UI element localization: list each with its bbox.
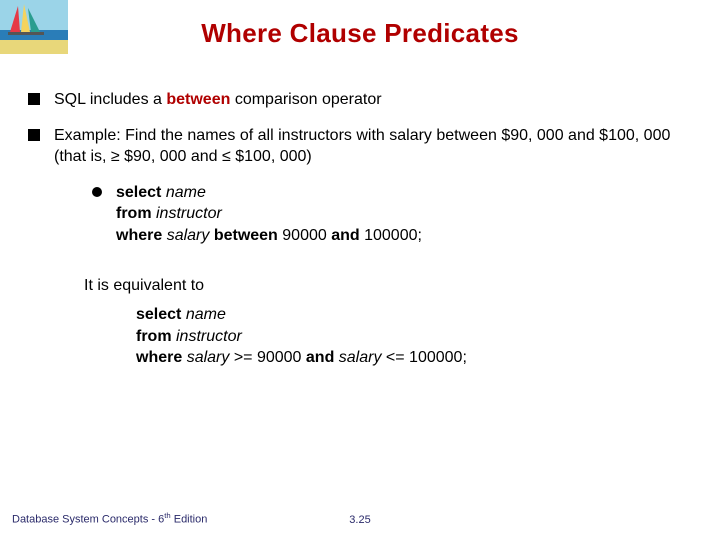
square-bullet-icon: [28, 93, 40, 105]
kw-where: where: [136, 349, 187, 366]
literal: 90000: [282, 227, 331, 244]
code-block: select name from instructor where salary…: [136, 304, 692, 369]
literal: 90000: [257, 349, 306, 366]
footer-text: Edition: [171, 514, 208, 526]
slide-number: 3.25: [349, 514, 370, 526]
kw-and: and: [331, 227, 364, 244]
slide-title: Where Clause Predicates: [0, 0, 720, 49]
round-bullet-icon: [92, 187, 102, 197]
sub-bullet-item: select name from instructor where salary…: [92, 182, 692, 247]
kw-from: from: [116, 205, 156, 222]
text-run: SQL includes a: [54, 91, 166, 108]
bullet-item: SQL includes a between comparison operat…: [28, 89, 692, 111]
kw-from: from: [136, 328, 176, 345]
ident: salary: [339, 349, 386, 366]
ident: salary: [167, 227, 214, 244]
literal: 100000;: [409, 349, 467, 366]
symbol: ≥: [111, 148, 120, 165]
footer-text: Database System Concepts - 6: [12, 514, 164, 526]
text-run: $90, 000 and: [120, 148, 222, 165]
bullet-text: Example: Find the names of all instructo…: [54, 125, 692, 168]
kw-and: and: [306, 349, 339, 366]
kw-select: select: [136, 306, 186, 323]
ident: instructor: [156, 205, 222, 222]
literal: 100000;: [364, 227, 422, 244]
kw-where: where: [116, 227, 167, 244]
footer-left: Database System Concepts - 6th Edition: [12, 511, 207, 526]
keyword: between: [166, 91, 230, 108]
square-bullet-icon: [28, 129, 40, 141]
ident: name: [166, 184, 206, 201]
kw-select: select: [116, 184, 166, 201]
ident: name: [186, 306, 226, 323]
slide-logo: [0, 0, 68, 54]
bullet-item: Example: Find the names of all instructo…: [28, 125, 692, 168]
equivalent-text: It is equivalent to: [84, 275, 692, 297]
operator: >=: [234, 349, 257, 366]
symbol: ≤: [222, 148, 231, 165]
kw-between: between: [214, 227, 282, 244]
operator: <=: [386, 349, 409, 366]
text-run: comparison operator: [230, 91, 381, 108]
code-block: select name from instructor where salary…: [116, 182, 422, 247]
text-run: $100, 000): [231, 148, 312, 165]
ident: instructor: [176, 328, 242, 345]
ident: salary: [187, 349, 234, 366]
slide-content: SQL includes a between comparison operat…: [0, 89, 720, 369]
bullet-text: SQL includes a between comparison operat…: [54, 89, 692, 111]
